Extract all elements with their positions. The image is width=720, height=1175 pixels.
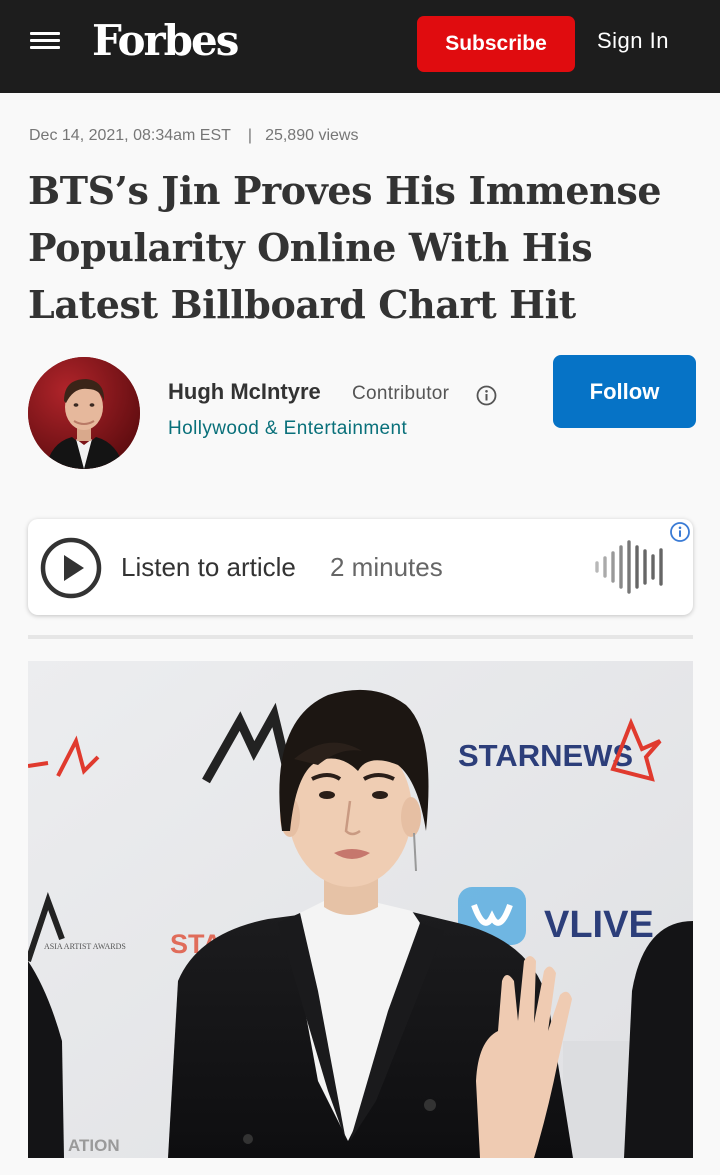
article-hero-image[interactable]: STARNEWS VLIVE ASIA ARTIST AWARDS STA AT… [28, 661, 693, 1158]
author-role: Contributor [352, 383, 450, 404]
follow-button[interactable]: Follow [553, 355, 696, 428]
backdrop-text: ASIA ARTIST AWARDS [44, 942, 126, 951]
author-section-link[interactable]: Hollywood & Entertainment [168, 418, 407, 440]
view-count: 25,890 views [265, 127, 359, 144]
backdrop-text: STARNEWS [458, 738, 633, 773]
sign-in-link[interactable]: Sign In [597, 28, 669, 54]
listen-duration: 2 minutes [330, 552, 443, 582]
article-meta: Dec 14, 2021, 08:34am EST | 25,890 views [29, 127, 358, 145]
section-divider [28, 635, 693, 639]
subscribe-button[interactable]: Subscribe [417, 16, 575, 72]
forbes-logo[interactable]: Forbes [92, 14, 239, 68]
meta-separator: | [247, 127, 253, 144]
listen-label[interactable]: Listen to article [121, 552, 296, 583]
author-name[interactable]: Hugh McIntyre [168, 379, 321, 405]
site-header: Forbes Subscribe Sign In [0, 0, 720, 93]
menu-icon[interactable] [29, 31, 61, 51]
backdrop-text: ATION [68, 1136, 120, 1155]
play-icon[interactable] [40, 537, 102, 599]
article-date: Dec 14, 2021, 08:34am EST [29, 127, 231, 144]
article-headline: BTS’s Jin Proves His Immense Popularity … [28, 168, 662, 327]
info-icon[interactable] [669, 521, 691, 543]
listen-to-article-card: Listen to article 2 minutes [28, 519, 693, 615]
info-icon[interactable] [476, 385, 497, 406]
backdrop-text: VLIVE [544, 904, 654, 946]
author-avatar[interactable] [28, 357, 140, 469]
waveform-icon [594, 539, 664, 595]
